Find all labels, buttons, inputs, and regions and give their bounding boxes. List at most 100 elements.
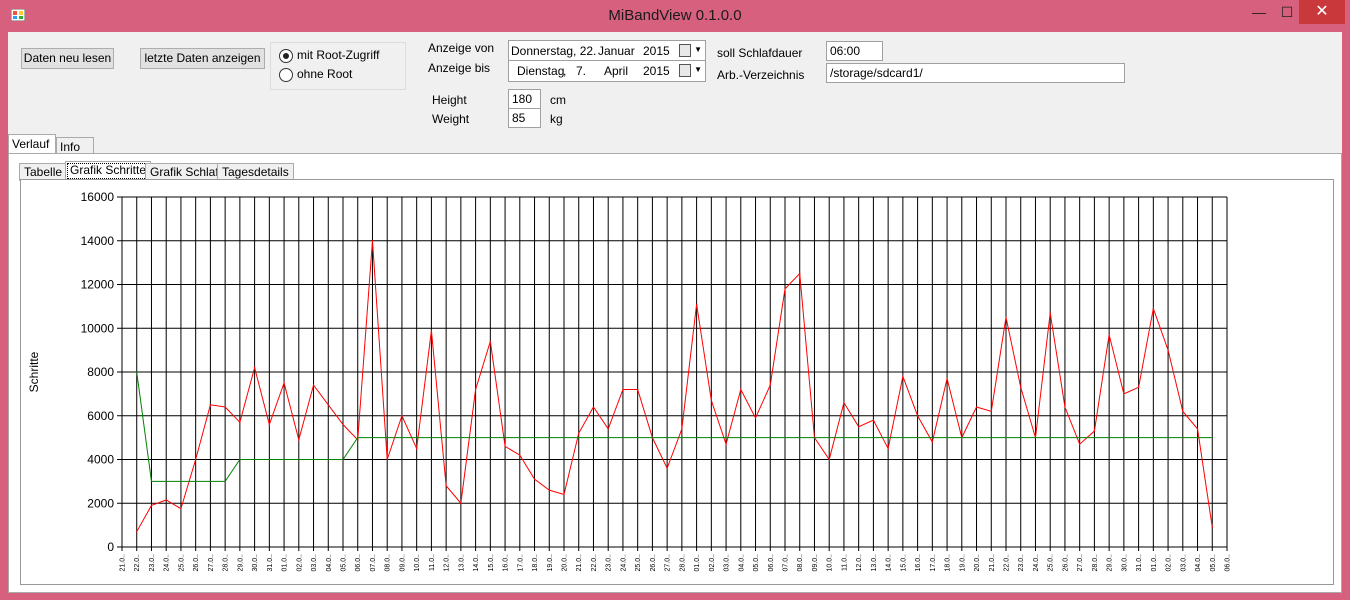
x-tick-label: 01.0.. (282, 554, 289, 572)
x-tick-label: 29.0.. (1107, 554, 1114, 572)
sleep-duration-label: soll Schlafdauer (717, 46, 803, 60)
show-last-data-button[interactable]: letzte Daten anzeigen (140, 48, 265, 69)
x-tick-label: 03.0.. (724, 554, 731, 572)
steps-data-point (1182, 410, 1184, 412)
steps-data-point (1020, 386, 1022, 388)
chevron-down-icon[interactable]: ▼ (694, 65, 702, 74)
x-tick-label: 14.0.. (886, 554, 893, 572)
steps-data-point (371, 240, 374, 242)
height-input[interactable]: 180 (508, 89, 541, 109)
to-date-picker[interactable]: Dienstag , 7. April 2015 ▼ (508, 60, 706, 82)
work-dir-label: Arb.-Verzeichnis (717, 68, 805, 82)
goal-data-point (1108, 437, 1110, 439)
x-tick-label: 22.0.. (134, 554, 141, 572)
sleep-duration-input[interactable]: 06:00 (826, 41, 883, 61)
x-tick-label: 19.0.. (547, 554, 554, 572)
steps-data-point (843, 402, 845, 404)
goal-data-point (224, 480, 226, 482)
x-tick-label: 16.0.. (503, 554, 510, 572)
goal-data-point (504, 437, 506, 439)
calendar-icon[interactable] (679, 64, 691, 77)
steps-data-point (946, 377, 948, 380)
x-tick-label: 04.0.. (738, 554, 745, 572)
work-dir-input[interactable]: /storage/sdcard1/ (826, 63, 1125, 83)
steps-data-point (327, 404, 329, 406)
steps-data-point (769, 384, 771, 386)
with-root-radio[interactable] (279, 49, 293, 63)
steps-data-point (858, 426, 860, 428)
goal-data-point (150, 480, 153, 482)
goal-data-point (961, 437, 963, 439)
weight-label: Weight (432, 112, 470, 126)
to-weekday: Dienstag (517, 64, 565, 78)
goal-data-point (1005, 437, 1007, 439)
steps-data-point (696, 303, 698, 305)
reload-data-button[interactable]: Daten neu lesen (21, 48, 114, 69)
goal-data-point (622, 437, 624, 439)
steps-data-point (710, 399, 712, 402)
tab-info[interactable]: Info (56, 137, 94, 154)
tab-grafik-schritte[interactable]: Grafik Schritte (65, 161, 152, 181)
from-date-picker[interactable]: Donnerstag, 22. Januar 2015 ▼ (508, 40, 706, 62)
goal-data-point (637, 437, 639, 439)
steps-data-point (1064, 406, 1066, 408)
steps-data-point (592, 406, 595, 408)
goal-data-point (563, 437, 565, 439)
steps-data-point (1005, 316, 1007, 318)
x-tick-label: 16.0.. (915, 554, 922, 572)
goal-data-point (136, 371, 138, 373)
steps-data-point (268, 423, 270, 426)
steps-data-point (254, 367, 256, 369)
x-tick-label: 03.0.. (311, 554, 318, 572)
steps-data-point (357, 439, 359, 441)
goal-data-point (1064, 437, 1066, 439)
window-title: MiBandView 0.1.0.0 (608, 7, 742, 24)
steps-data-point (460, 502, 462, 504)
x-tick-label: 18.0.. (945, 554, 952, 572)
steps-data-point (239, 421, 241, 423)
goal-data-point (946, 437, 948, 439)
calendar-icon[interactable] (679, 44, 691, 57)
steps-data-point (902, 375, 904, 377)
y-tick-label: 0 (107, 540, 114, 554)
steps-data-point (475, 388, 477, 391)
steps-data-point (180, 508, 182, 510)
goal-data-point (195, 480, 197, 482)
from-month: Januar (598, 44, 635, 58)
x-tick-label: 17.0.. (517, 554, 524, 572)
from-year: 2015 (643, 44, 670, 58)
x-tick-label: 15.0.. (900, 554, 907, 572)
steps-data-point (136, 531, 138, 533)
x-tick-label: 06.0.. (768, 554, 775, 572)
x-tick-label: 25.0.. (178, 554, 185, 572)
goal-data-point (1138, 437, 1140, 439)
x-tick-label: 20.0.. (974, 554, 981, 572)
without-root-radio[interactable] (279, 68, 293, 82)
y-axis-label: Schritte (27, 351, 41, 392)
goal-data-point (813, 437, 816, 439)
goal-data-point (902, 437, 904, 439)
goal-data-point (268, 458, 270, 461)
chevron-down-icon[interactable]: ▼ (694, 45, 702, 54)
steps-data-point (990, 410, 992, 412)
steps-data-point (298, 439, 300, 441)
steps-data-point (887, 447, 889, 450)
goal-data-point (666, 437, 668, 439)
tab-verlauf[interactable]: Verlauf (8, 134, 56, 154)
x-tick-label: 19.0.. (959, 554, 966, 572)
x-tick-label: 31.0.. (267, 554, 274, 572)
x-tick-label: 21.0.. (576, 554, 583, 572)
steps-data-point (224, 406, 226, 408)
chart-series (136, 240, 1213, 533)
steps-data-point (799, 272, 801, 275)
close-button[interactable]: ✕ (1299, 0, 1345, 24)
goal-data-point (165, 480, 167, 482)
with-root-label: mit Root-Zugriff (297, 48, 380, 62)
steps-data-point (386, 458, 388, 461)
goal-data-point (1020, 437, 1022, 439)
weight-input[interactable]: 85 (508, 108, 541, 128)
goal-data-point (828, 437, 830, 439)
x-tick-label: 21.0.. (989, 554, 996, 572)
steps-chart: 0 2000 4000 6000 8000 10000 12000 14000 16000 21… (27, 190, 1232, 572)
steps-data-point (312, 384, 315, 386)
